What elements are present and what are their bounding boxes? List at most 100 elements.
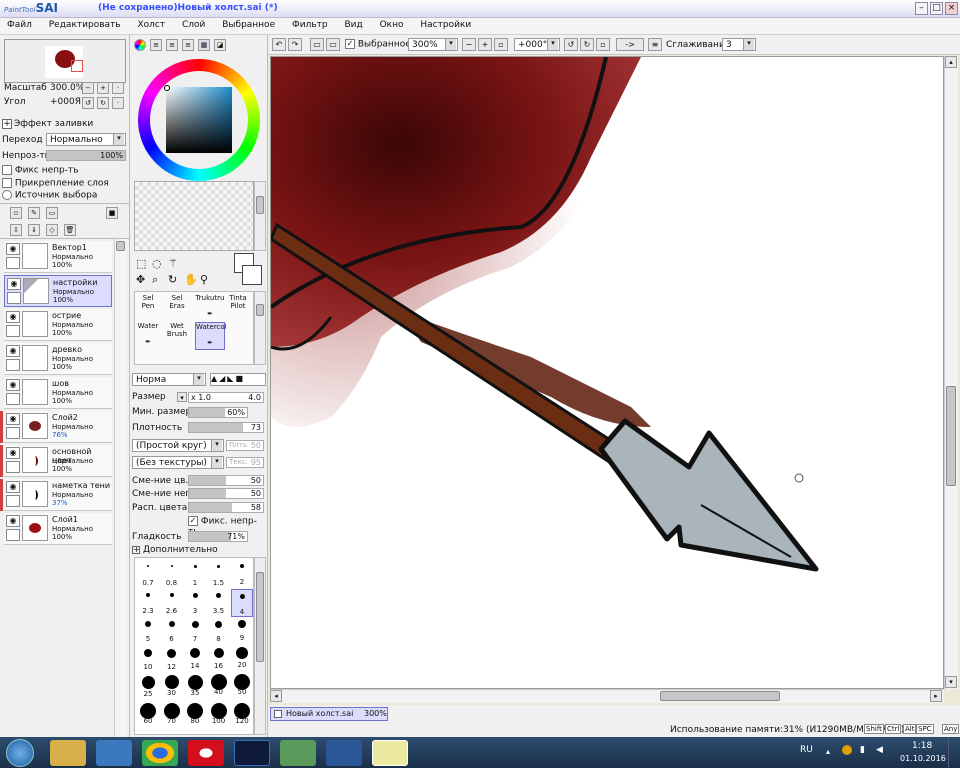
lasso-icon[interactable]: ◌ (152, 257, 162, 270)
brush-size-70[interactable]: 70 (161, 703, 183, 733)
deselect-button[interactable]: ▭ (310, 38, 324, 51)
lock-icon[interactable] (7, 292, 21, 304)
selection-visibility-checkbox[interactable]: ✓ Выбранное (345, 39, 411, 50)
rgb-slider-tab-icon[interactable]: ≡ (150, 39, 162, 51)
visibility-eye-icon[interactable]: ◉ (6, 413, 20, 425)
dilution-slider[interactable]: 50 (188, 488, 264, 499)
brush-size-9[interactable]: 9 (231, 618, 253, 646)
layer-item[interactable]: ◉ наметка тени Нормально 37% (0, 479, 112, 511)
color-wheel-tab-icon[interactable] (134, 39, 146, 51)
undo-button[interactable]: ↶ (272, 38, 286, 51)
visibility-eye-icon[interactable]: ◉ (6, 345, 20, 357)
horizontal-scroll-thumb[interactable] (660, 691, 780, 701)
layer-item[interactable]: ◉ основной цвет Нормально 100% (0, 445, 112, 477)
brush-size-40[interactable]: 40 (208, 674, 230, 704)
color-wheel[interactable] (138, 59, 260, 181)
zoom-icon[interactable]: ⌕ (152, 273, 158, 287)
zoom-out-toolbar-button[interactable]: − (462, 38, 476, 51)
fix-opacity-checkbox[interactable]: Фикс непр-ть (2, 165, 79, 176)
brush-size-80[interactable]: 80 (184, 703, 206, 733)
brush-size-16[interactable]: 16 (208, 647, 230, 675)
layer-item[interactable]: ◉ острие Нормально 100% (4, 309, 112, 341)
menu-canvas[interactable]: Холст (130, 18, 172, 30)
menu-selection[interactable]: Выбранное (215, 18, 282, 30)
angle-select[interactable]: +000° ▾ (514, 38, 560, 51)
visibility-eye-icon[interactable]: ◉ (7, 278, 21, 290)
minimize-button[interactable]: – (915, 2, 928, 15)
brush-size-8[interactable]: 8 (208, 618, 230, 646)
size-grid-scrollbar[interactable] (254, 557, 266, 735)
menu-edit[interactable]: Редактировать (42, 18, 128, 30)
tray-up-icon[interactable]: ▴ (826, 747, 830, 756)
lock-icon[interactable] (6, 325, 20, 337)
layer-item[interactable]: ◉ Вектор1 Нормально 100% (4, 241, 112, 273)
brush-size-50[interactable]: 50 (231, 674, 253, 704)
new-layer-icon[interactable]: ▫ (10, 207, 22, 219)
stabilizer-icon[interactable]: ≡ (648, 38, 662, 51)
lock-icon[interactable] (6, 427, 20, 439)
swatches-tab-icon[interactable]: ≡ (182, 39, 194, 51)
rotate-reset-toolbar-button[interactable]: ▫ (596, 38, 610, 51)
vertical-scroll-thumb[interactable] (946, 386, 956, 486)
brush-size-25[interactable]: 25 (137, 675, 159, 704)
drawing-canvas[interactable] (270, 56, 944, 689)
lock-icon[interactable] (6, 393, 20, 405)
show-desktop-button[interactable] (948, 737, 960, 768)
visibility-eye-icon[interactable]: ◉ (6, 243, 20, 255)
delete-layer-icon[interactable]: 🗑 (64, 224, 76, 236)
tool-trukutru[interactable]: Trukutru ✒ (195, 294, 225, 322)
rotate-ccw-button[interactable]: ↺ (564, 38, 578, 51)
tool-watercolor-selected[interactable]: Watercol ✒ (195, 322, 227, 350)
close-button[interactable]: × (945, 2, 958, 15)
opacity-slider[interactable]: 100% (46, 150, 126, 161)
rotate-cw-button[interactable]: ↻ (580, 38, 594, 51)
tool-water[interactable]: Water ✒ (137, 322, 159, 350)
tool-tinta-pilot[interactable]: Tinta Pilot (227, 294, 249, 322)
scratchpad-tab-icon[interactable]: ◪ (214, 39, 226, 51)
color-palette[interactable] (134, 181, 254, 251)
texture-select[interactable]: (Без текстуры) ▾ (132, 456, 224, 469)
brush-size-1[interactable]: 1 (184, 560, 206, 588)
brush-shape-select[interactable]: (Простой круг) ▾ (132, 439, 224, 452)
layer-item-selected[interactable]: ◉ настройки Нормально 100% (4, 275, 112, 307)
brush-size-0.7[interactable]: 0.7 (137, 560, 159, 588)
menu-settings[interactable]: Настройки (413, 18, 478, 30)
menu-layer[interactable]: Слой (175, 18, 212, 30)
menu-view[interactable]: Вид (337, 18, 369, 30)
invert-selection-button[interactable]: ▭ (326, 38, 340, 51)
layer-item[interactable]: ◉ шов Нормально 100% (4, 377, 112, 409)
blending-slider[interactable]: 50 (188, 475, 264, 486)
visibility-eye-icon[interactable]: ◉ (6, 311, 20, 323)
size-mult-dropdown[interactable]: ▾ (177, 392, 187, 402)
rotate-reset-button[interactable]: · (112, 97, 124, 109)
chrome-icon[interactable] (142, 740, 178, 766)
min-size-slider[interactable]: 60% (188, 407, 248, 418)
volume-icon[interactable]: ◀ (876, 745, 883, 755)
rect-select-icon[interactable]: ⬚ (136, 257, 146, 270)
merge-down-icon[interactable]: ⇓ (28, 224, 40, 236)
palette-tab-icon[interactable]: ▦ (198, 39, 210, 51)
zoom-reset-toolbar-button[interactable]: ▫ (494, 38, 508, 51)
word-icon[interactable] (326, 740, 362, 766)
lock-icon[interactable] (6, 257, 20, 269)
brush-size-3.5[interactable]: 3.5 (208, 589, 230, 617)
tool-sel-eraser[interactable]: Sel Eras (166, 294, 188, 322)
brush-size-4[interactable]: 4 (231, 589, 253, 617)
tools-scrollbar[interactable] (254, 291, 266, 365)
magic-wand-icon[interactable]: ⚚ (168, 257, 178, 270)
canvas-vertical-scrollbar[interactable]: ▴ ▾ (944, 56, 958, 689)
tool-wet-brush[interactable]: Wet Brush (166, 322, 188, 350)
network-icon[interactable]: ▮ (860, 745, 865, 755)
rotate-left-button[interactable]: ↺ (82, 97, 94, 109)
brush-size-14[interactable]: 14 (184, 647, 206, 675)
advanced-toggle[interactable]: + (132, 546, 140, 554)
lock-icon[interactable] (6, 529, 20, 541)
brush-size-12[interactable]: 12 (161, 647, 183, 675)
smoothing-select[interactable]: 3 ▾ (722, 38, 756, 51)
lock-icon[interactable] (6, 495, 20, 507)
language-indicator[interactable]: RU (800, 745, 813, 755)
zoom-select[interactable]: 300% ▾ (408, 38, 458, 51)
lock-icon[interactable] (6, 359, 20, 371)
document-tab[interactable]: Новый холст.sai 300% (270, 707, 388, 721)
texture-strength-slider[interactable]: Текс. 95 (226, 457, 264, 468)
